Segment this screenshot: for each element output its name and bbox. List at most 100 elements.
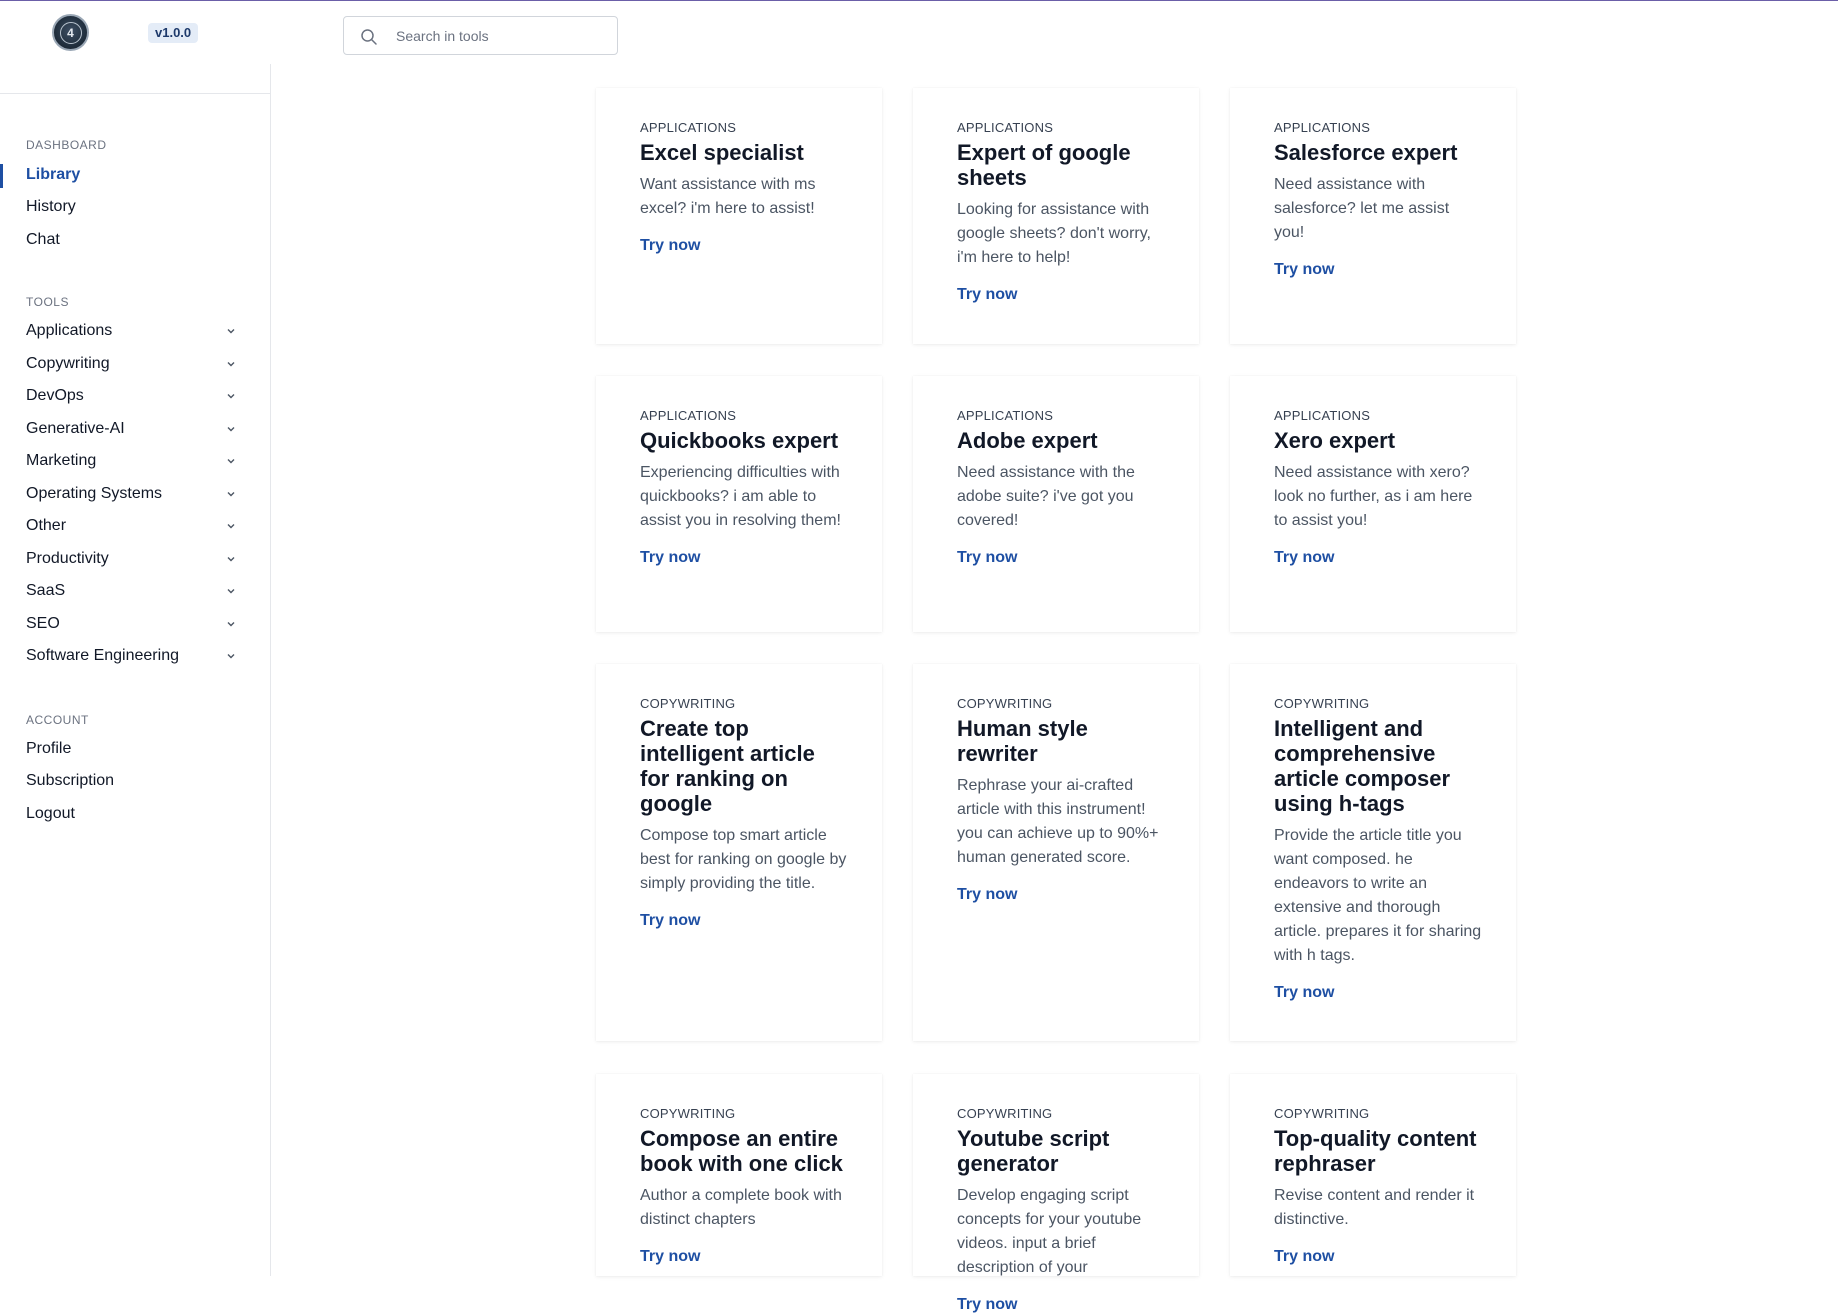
card-title: Salesforce expert (1274, 140, 1458, 165)
card-category: COPYWRITING (957, 696, 1053, 711)
sidebar-item-label: DevOps (26, 387, 84, 404)
tool-card[interactable]: APPLICATIONS Expert of google sheets Loo… (913, 88, 1199, 344)
search-input[interactable] (396, 17, 606, 54)
card-description: Author a complete book with distinct cha… (640, 1187, 842, 1228)
logo-mark: 4 (59, 21, 82, 44)
chevron-down-icon (227, 329, 235, 334)
sidebar-item-label: Applications (26, 322, 113, 339)
try-now-link[interactable]: Try now (1274, 1248, 1334, 1266)
card-category: COPYWRITING (957, 1106, 1053, 1121)
card-title: Top-quality content rephraser (1274, 1126, 1477, 1176)
card-title: Youtube script generator (957, 1126, 1110, 1176)
try-now-link[interactable]: Try now (957, 886, 1017, 904)
tool-card[interactable]: APPLICATIONS Salesforce expert Need assi… (1230, 88, 1516, 344)
card-description: Experiencing difficulties with quickbook… (640, 464, 841, 529)
try-now-link[interactable]: Try now (1274, 984, 1334, 1002)
try-now-link[interactable]: Try now (957, 1296, 1017, 1314)
try-now-link[interactable]: Try now (957, 549, 1017, 567)
chevron-down-icon (227, 492, 235, 497)
card-description: Rephrase your ai-crafted article with th… (957, 777, 1159, 866)
card-title: Adobe expert (957, 428, 1098, 453)
sidebar-item-label: SEO (26, 615, 60, 632)
card-description: Revise content and render it distinctive… (1274, 1187, 1475, 1228)
tool-card[interactable]: APPLICATIONS Adobe expert Need assistanc… (913, 376, 1199, 632)
chevron-down-icon (227, 427, 235, 432)
card-description: Develop engaging script concepts for you… (957, 1187, 1142, 1276)
sidebar-item-seo[interactable]: SEO (26, 615, 236, 633)
sidebar-item-library[interactable]: Library (26, 166, 236, 184)
sidebar-item-other[interactable]: Other (26, 517, 236, 535)
chevron-down-icon (227, 622, 235, 627)
card-description: Need assistance with salesforce? let me … (1274, 176, 1450, 241)
try-now-link[interactable]: Try now (640, 237, 700, 255)
card-category: COPYWRITING (640, 1106, 736, 1121)
sidebar-item-devops[interactable]: DevOps (26, 387, 236, 405)
top-accent-line (0, 0, 1838, 1)
sidebar-item-saas[interactable]: SaaS (26, 582, 236, 600)
try-now-link[interactable]: Try now (957, 286, 1017, 304)
card-description: Want assistance with ms excel? i'm here … (640, 176, 816, 217)
card-category: COPYWRITING (1274, 696, 1370, 711)
try-now-link[interactable]: Try now (640, 1248, 700, 1266)
sidebar-item-label: Productivity (26, 550, 109, 567)
sidebar-item-chat[interactable]: Chat (26, 231, 236, 249)
card-category: APPLICATIONS (957, 120, 1054, 135)
sidebar-divider (0, 93, 270, 94)
tool-card[interactable]: COPYWRITING Top-quality content rephrase… (1230, 1074, 1516, 1276)
try-now-link[interactable]: Try now (1274, 261, 1334, 279)
tool-card[interactable]: COPYWRITING Create top intelligent artic… (596, 664, 882, 1041)
card-description: Need assistance with the adobe suite? i'… (957, 464, 1135, 529)
sidebar-item-profile[interactable]: Profile (26, 740, 236, 758)
tool-card[interactable]: COPYWRITING Intelligent and comprehensiv… (1230, 664, 1516, 1041)
try-now-link[interactable]: Try now (1274, 549, 1334, 567)
card-title: Compose an entire book with one click (640, 1126, 843, 1176)
try-now-link[interactable]: Try now (640, 912, 700, 930)
logo[interactable]: 4 (52, 14, 89, 51)
sidebar-item-generative-ai[interactable]: Generative-AI (26, 420, 236, 438)
card-title: Intelligent and comprehensive article co… (1274, 716, 1451, 816)
card-category: APPLICATIONS (1274, 120, 1371, 135)
tool-card[interactable]: APPLICATIONS Quickbooks expert Experienc… (596, 376, 882, 632)
sidebar-item-productivity[interactable]: Productivity (26, 550, 236, 568)
chevron-down-icon (227, 459, 235, 464)
chevron-down-icon (227, 654, 235, 659)
tool-card[interactable]: APPLICATIONS Xero expert Need assistance… (1230, 376, 1516, 632)
card-title: Expert of google sheets (957, 140, 1131, 190)
sidebar-item-marketing[interactable]: Marketing (26, 452, 236, 470)
sidebar-item-history[interactable]: History (26, 198, 236, 216)
chevron-down-icon (227, 362, 235, 367)
tool-card[interactable]: APPLICATIONS Excel specialist Want assis… (596, 88, 882, 344)
sidebar-item-label: Other (26, 517, 67, 534)
sidebar-item-copywriting[interactable]: Copywriting (26, 355, 236, 373)
tool-card[interactable]: COPYWRITING Human style rewriter Rephras… (913, 664, 1199, 1041)
card-category: COPYWRITING (640, 696, 736, 711)
card-title: Quickbooks expert (640, 428, 839, 453)
card-title: Xero expert (1274, 428, 1396, 453)
card-description: Need assistance with xero? look no furth… (1274, 464, 1473, 529)
sidebar-item-label: Copywriting (26, 355, 110, 372)
sidebar-item-operating-systems[interactable]: Operating Systems (26, 485, 236, 503)
sidebar-item-software-engineering[interactable]: Software Engineering (26, 647, 236, 665)
card-description: Provide the article title you want compo… (1274, 827, 1482, 964)
sidebar-item-label: Marketing (26, 452, 97, 469)
sidebar-item-label: Software Engineering (26, 647, 179, 664)
chevron-down-icon (227, 524, 235, 529)
active-indicator (0, 164, 3, 188)
card-category: COPYWRITING (1274, 1106, 1370, 1121)
sidebar-item-label: Operating Systems (26, 485, 163, 502)
sidebar-item-logout[interactable]: Logout (26, 805, 236, 823)
sidebar-item-label: SaaS (26, 582, 66, 599)
tool-card[interactable]: COPYWRITING Youtube script generator Dev… (913, 1074, 1199, 1313)
card-category: APPLICATIONS (640, 408, 737, 423)
search-box[interactable] (343, 16, 618, 55)
card-title: Create top intelligent article for ranki… (640, 716, 815, 816)
try-now-link[interactable]: Try now (640, 549, 700, 567)
version-badge: v1.0.0 (148, 23, 199, 43)
chevron-down-icon (227, 589, 235, 594)
sidebar-item-applications[interactable]: Applications (26, 322, 236, 340)
sidebar-item-subscription[interactable]: Subscription (26, 772, 236, 790)
section-title-tools: TOOLS (26, 295, 69, 309)
tool-card[interactable]: COPYWRITING Compose an entire book with … (596, 1074, 882, 1276)
card-category: APPLICATIONS (640, 120, 737, 135)
chevron-down-icon (227, 557, 235, 562)
